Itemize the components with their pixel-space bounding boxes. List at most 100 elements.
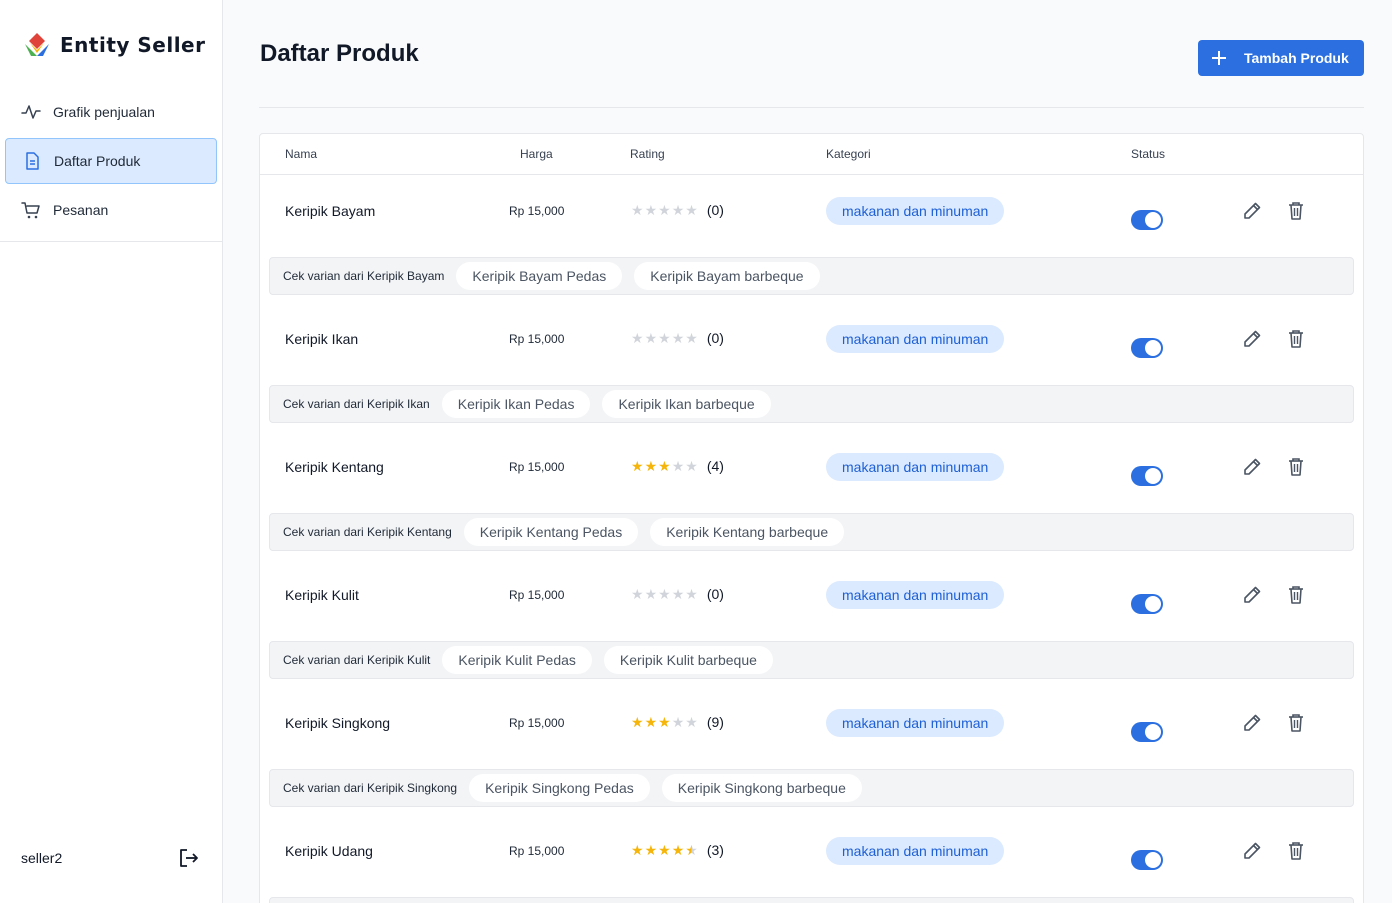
variant-bar	[269, 897, 1354, 903]
trash-icon[interactable]	[1285, 456, 1307, 478]
column-header-category: Kategori	[826, 147, 871, 161]
brand: Entity Seller	[22, 30, 205, 60]
product-table: Nama Harga Rating Kategori Status Keripi…	[259, 133, 1364, 903]
category-badge: makanan dan minuman	[826, 453, 1005, 481]
header-divider	[259, 107, 1364, 108]
trash-icon[interactable]	[1285, 712, 1307, 734]
logout-icon[interactable]	[177, 846, 201, 870]
status-toggle[interactable]	[1131, 338, 1163, 358]
sidebar-item-daftar-produk[interactable]: Daftar Produk	[5, 138, 217, 184]
app: Entity Seller Grafik penjualan Daftar Pr…	[0, 0, 1392, 903]
variant-chip[interactable]: Keripik Kentang barbeque	[650, 518, 845, 546]
activity-icon	[21, 102, 41, 122]
document-icon	[22, 151, 42, 171]
star-icon: ★	[658, 586, 671, 602]
star-icon: ★	[685, 586, 698, 602]
star-icon: ★	[631, 842, 644, 858]
product-name: Keripik Ikan	[285, 331, 359, 347]
table-row: Keripik Bayam Rp 15,000 ★ ★ ★ ★ ★ (0) makanan da…	[260, 175, 1363, 303]
product-price: Rp 15,000	[509, 588, 565, 602]
variant-label: Cek varian dari Keripik Singkong	[283, 781, 458, 795]
add-product-button[interactable]: Tambah Produk	[1198, 40, 1364, 76]
brand-name: Entity Seller	[60, 33, 206, 57]
product-rating: ★ ★ ★ ★ ★ (4)	[631, 458, 724, 474]
edit-icon[interactable]	[1241, 456, 1263, 478]
variant-chip[interactable]: Keripik Bayam Pedas	[456, 262, 623, 290]
variant-chip[interactable]: Keripik Ikan barbeque	[602, 390, 771, 418]
star-icon: ★	[685, 714, 698, 730]
variant-chip[interactable]: Keripik Ikan Pedas	[441, 390, 591, 418]
product-price: Rp 15,000	[509, 332, 565, 346]
star-icon: ★	[658, 842, 671, 858]
sidebar-item-grafik-penjualan[interactable]: Grafik penjualan	[5, 89, 217, 135]
star-icon: ★	[671, 202, 685, 218]
variant-chip[interactable]: Keripik Bayam barbeque	[634, 262, 820, 290]
main-content: Daftar Produk Tambah Produk Nama Harga R…	[223, 0, 1392, 903]
table-row: Keripik Udang Rp 15,000 ★ ★ ★ ★ ★ (3) makanan da…	[260, 815, 1363, 903]
toggle-knob	[1145, 212, 1161, 228]
toggle-knob	[1145, 596, 1161, 612]
variant-chip[interactable]: Keripik Singkong Pedas	[469, 774, 650, 802]
variant-chip[interactable]: Keripik Kentang Pedas	[463, 518, 639, 546]
variant-label: Cek varian dari Keripik Ikan	[283, 397, 430, 411]
variant-chip[interactable]: Keripik Kulit barbeque	[603, 646, 773, 674]
star-icon: ★	[644, 330, 658, 346]
variant-bar: Cek varian dari Keripik Kulit Keripik Kul…	[269, 641, 1354, 679]
star-icon: ★	[658, 202, 671, 218]
variant-chip[interactable]: Keripik Kulit Pedas	[442, 646, 592, 674]
sidebar-item-pesanan[interactable]: Pesanan	[5, 187, 217, 233]
star-icon: ★	[644, 458, 658, 474]
star-icon: ★	[644, 586, 658, 602]
status-toggle[interactable]	[1131, 722, 1163, 742]
product-rating: ★ ★ ★ ★ ★ (0)	[631, 330, 724, 346]
product-name: Keripik Kentang	[285, 459, 384, 475]
trash-icon[interactable]	[1285, 840, 1307, 862]
star-icon: ★	[671, 714, 685, 730]
edit-icon[interactable]	[1241, 840, 1263, 862]
trash-icon[interactable]	[1285, 584, 1307, 606]
status-toggle[interactable]	[1131, 850, 1163, 870]
edit-icon[interactable]	[1241, 328, 1263, 350]
cart-icon	[21, 200, 41, 220]
variant-bar: Cek varian dari Keripik Kentang Keripik K…	[269, 513, 1354, 551]
product-rating: ★ ★ ★ ★ ★ (0)	[631, 586, 724, 602]
edit-icon[interactable]	[1241, 200, 1263, 222]
category-badge: makanan dan minuman	[826, 837, 1005, 865]
edit-icon[interactable]	[1241, 584, 1263, 606]
edit-icon[interactable]	[1241, 712, 1263, 734]
star-icon: ★	[685, 842, 698, 858]
column-header-rating: Rating	[630, 147, 665, 161]
star-icon: ★	[671, 842, 685, 858]
trash-icon[interactable]	[1285, 328, 1307, 350]
rating-count: (9)	[706, 714, 724, 730]
product-price: Rp 15,000	[509, 460, 565, 474]
product-price: Rp 15,000	[509, 716, 565, 730]
user-name: seller2	[21, 850, 63, 866]
table-header: Nama Harga Rating Kategori Status	[260, 134, 1363, 175]
variant-chip[interactable]: Keripik Singkong barbeque	[661, 774, 862, 802]
status-toggle[interactable]	[1131, 210, 1163, 230]
product-name: Keripik Kulit	[285, 587, 359, 603]
sidebar-item-label: Pesanan	[53, 202, 109, 218]
product-price: Rp 15,000	[509, 204, 565, 218]
rating-count: (0)	[706, 202, 724, 218]
trash-icon[interactable]	[1285, 200, 1307, 222]
plus-icon	[1212, 51, 1226, 65]
star-icon: ★	[631, 586, 644, 602]
user-row: seller2	[21, 846, 201, 870]
table-row: Keripik Singkong Rp 15,000 ★ ★ ★ ★ ★ (9) makanan…	[260, 687, 1363, 815]
product-rating: ★ ★ ★ ★ ★ (9)	[631, 714, 724, 730]
star-icon: ★	[685, 202, 698, 218]
status-toggle[interactable]	[1131, 466, 1163, 486]
sidebar-divider	[0, 241, 222, 242]
product-name: Keripik Udang	[285, 843, 373, 859]
product-name: Keripik Bayam	[285, 203, 376, 219]
variant-bar: Cek varian dari Keripik Ikan Keripik Ikan…	[269, 385, 1354, 423]
page-title: Daftar Produk	[260, 40, 419, 67]
sidebar-item-label: Grafik penjualan	[53, 104, 155, 120]
toggle-knob	[1145, 852, 1161, 868]
star-icon: ★	[685, 330, 698, 346]
toggle-knob	[1145, 724, 1161, 740]
status-toggle[interactable]	[1131, 594, 1163, 614]
category-badge: makanan dan minuman	[826, 325, 1005, 353]
